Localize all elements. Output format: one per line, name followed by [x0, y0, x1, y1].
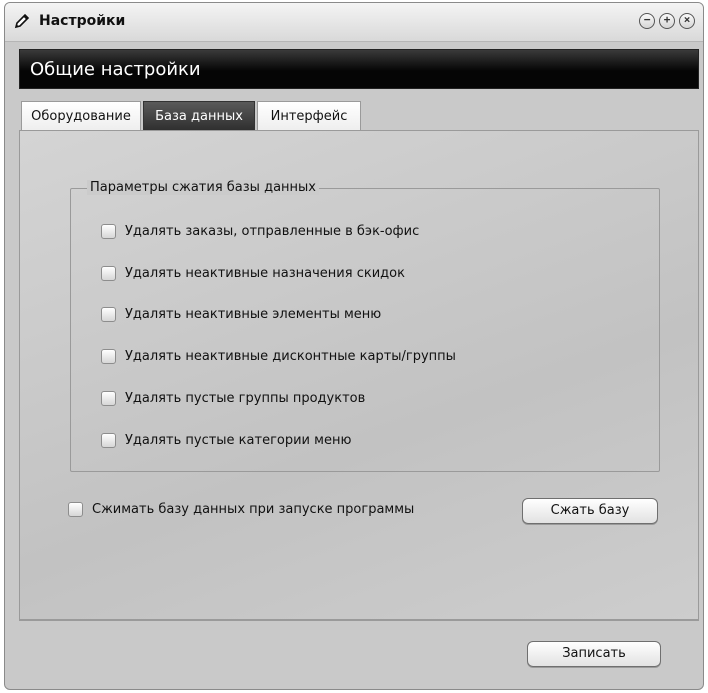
option-delete-sent-orders[interactable]: Удалять заказы, отправленные в бэк-офис	[101, 224, 419, 239]
database-tab-panel: Параметры сжатия базы данных Удалять зак…	[19, 130, 699, 620]
option-label: Сжимать базу данных при запуске программ…	[92, 502, 415, 517]
option-label: Удалять пустые группы продуктов	[125, 391, 366, 406]
maximize-button[interactable]: +	[659, 13, 675, 29]
option-delete-inactive-menu-items[interactable]: Удалять неактивные элементы меню	[101, 307, 381, 322]
option-delete-inactive-discounts[interactable]: Удалять неактивные назначения скидок	[101, 266, 405, 281]
tab-database[interactable]: База данных	[143, 101, 255, 131]
group-title: Параметры сжатия базы данных	[87, 180, 319, 195]
checkbox[interactable]	[101, 391, 116, 406]
checkbox[interactable]	[101, 266, 116, 281]
option-label: Удалять неактивные назначения скидок	[125, 266, 405, 281]
compress-database-button[interactable]: Сжать базу	[522, 498, 658, 524]
option-label: Удалять заказы, отправленные в бэк-офис	[125, 224, 420, 239]
compress-on-startup-option[interactable]: Сжимать базу данных при запуске программ…	[68, 502, 414, 517]
section-header: Общие настройки	[19, 49, 699, 89]
checkbox[interactable]	[101, 224, 116, 239]
save-button[interactable]: Записать	[527, 641, 661, 667]
tab-equipment[interactable]: Оборудование	[21, 101, 141, 131]
option-label: Удалять неактивные элементы меню	[125, 307, 382, 322]
option-delete-empty-menu-categories[interactable]: Удалять пустые категории меню	[101, 433, 351, 448]
option-label: Удалять пустые категории меню	[125, 433, 352, 448]
option-delete-empty-product-groups[interactable]: Удалять пустые группы продуктов	[101, 391, 365, 406]
minimize-button[interactable]: −	[639, 13, 655, 29]
pencil-icon	[14, 13, 30, 29]
window-title: Настройки	[39, 13, 126, 29]
checkbox[interactable]	[101, 433, 116, 448]
section-title: Общие настройки	[30, 59, 201, 80]
checkbox[interactable]	[101, 307, 116, 322]
settings-window: Настройки − + × Общие настройки Оборудов…	[4, 2, 704, 690]
option-label: Удалять неактивные дисконтные карты/груп…	[125, 349, 456, 364]
checkbox[interactable]	[68, 502, 83, 517]
compression-params-group: Параметры сжатия базы данных Удалять зак…	[70, 180, 660, 472]
checkbox[interactable]	[101, 349, 116, 364]
close-button[interactable]: ×	[679, 13, 695, 29]
tab-interface[interactable]: Интерфейс	[257, 101, 361, 131]
footer-divider	[19, 620, 699, 621]
title-bar[interactable]: Настройки − + ×	[5, 3, 703, 42]
option-delete-inactive-cards[interactable]: Удалять неактивные дисконтные карты/груп…	[101, 349, 456, 364]
